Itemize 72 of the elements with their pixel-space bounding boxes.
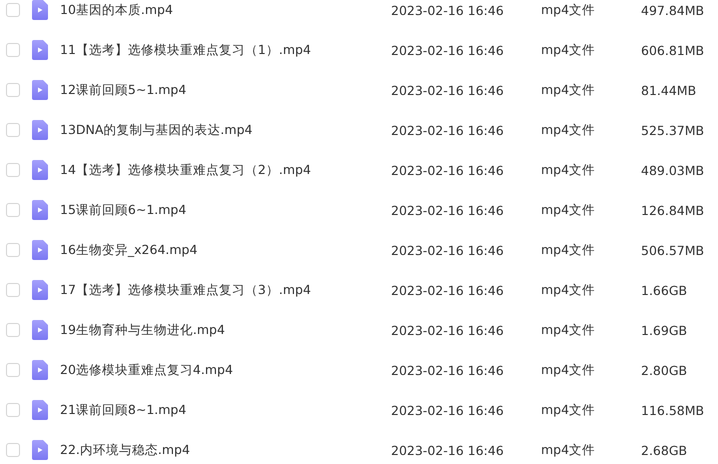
file-type: mp4文件 [541, 322, 596, 338]
file-type: mp4文件 [541, 442, 596, 458]
checkbox[interactable] [6, 283, 20, 297]
modified-date: 2023-02-16 16:46 [391, 442, 505, 458]
file-size: 2.80GB [641, 362, 688, 378]
modified-date: 2023-02-16 16:46 [391, 42, 505, 58]
modified-date: 2023-02-16 16:46 [391, 162, 505, 178]
file-size: 497.84MB [641, 2, 706, 18]
file-name[interactable]: 22.内环境与稳态.mp4 [60, 442, 391, 458]
video-file-icon [32, 80, 48, 100]
file-type: mp4文件 [541, 82, 596, 98]
file-type: mp4文件 [541, 202, 596, 218]
video-file-icon [32, 400, 48, 420]
video-file-icon [32, 320, 48, 340]
checkbox[interactable] [6, 443, 20, 457]
file-size: 81.44MB [641, 82, 698, 98]
checkbox[interactable] [6, 83, 20, 97]
file-size: 1.66GB [641, 282, 688, 298]
modified-date: 2023-02-16 16:46 [391, 2, 505, 18]
modified-date: 2023-02-16 16:46 [391, 122, 505, 138]
file-type: mp4文件 [541, 362, 596, 378]
video-file-icon [32, 40, 48, 60]
file-type: mp4文件 [541, 162, 596, 178]
file-name[interactable]: 15课前回顾6~1.mp4 [60, 202, 391, 218]
modified-date: 2023-02-16 16:46 [391, 82, 505, 98]
file-name[interactable]: 19生物育种与生物进化.mp4 [60, 322, 391, 338]
file-type: mp4文件 [541, 242, 596, 258]
checkbox[interactable] [6, 43, 20, 57]
video-file-icon [32, 120, 48, 140]
file-name[interactable]: 13DNA的复制与基因的表达.mp4 [60, 122, 391, 138]
modified-date: 2023-02-16 16:46 [391, 282, 505, 298]
video-file-icon [32, 0, 48, 20]
checkbox[interactable] [6, 3, 20, 17]
file-name[interactable]: 21课前回顾8~1.mp4 [60, 402, 391, 418]
file-name[interactable]: 11【选考】选修模块重难点复习（1）.mp4 [60, 42, 391, 58]
file-size: 489.03MB [641, 162, 706, 178]
checkbox[interactable] [6, 363, 20, 377]
file-name[interactable]: 20选修模块重难点复习4.mp4 [60, 362, 391, 378]
video-file-icon [32, 160, 48, 180]
checkbox[interactable] [6, 243, 20, 257]
modified-date: 2023-02-16 16:46 [391, 362, 505, 378]
file-size: 606.81MB [641, 42, 706, 58]
checkbox[interactable] [6, 123, 20, 137]
file-name[interactable]: 17【选考】选修模块重难点复习（3）.mp4 [60, 282, 391, 298]
video-file-icon [32, 280, 48, 300]
checkbox[interactable] [6, 163, 20, 177]
checkbox[interactable] [6, 323, 20, 337]
file-type: mp4文件 [541, 282, 596, 298]
file-type: mp4文件 [541, 2, 596, 18]
file-size: 1.69GB [641, 322, 688, 338]
file-size: 116.58MB [641, 402, 706, 418]
modified-date: 2023-02-16 16:46 [391, 242, 505, 258]
file-size: 525.37MB [641, 122, 706, 138]
checkbox[interactable] [6, 203, 20, 217]
video-file-icon [32, 200, 48, 220]
video-file-icon [32, 240, 48, 260]
file-size: 126.84MB [641, 202, 706, 218]
file-type: mp4文件 [541, 402, 596, 418]
video-file-icon [32, 440, 48, 460]
checkbox[interactable] [6, 403, 20, 417]
file-type: mp4文件 [541, 122, 596, 138]
file-name[interactable]: 10基因的本质.mp4 [60, 2, 391, 18]
modified-date: 2023-02-16 16:46 [391, 322, 505, 338]
file-name[interactable]: 16生物变异_x264.mp4 [60, 242, 391, 258]
modified-date: 2023-02-16 16:46 [391, 202, 505, 218]
file-name[interactable]: 12课前回顾5~1.mp4 [60, 82, 391, 98]
file-type: mp4文件 [541, 42, 596, 58]
file-size: 2.68GB [641, 442, 688, 458]
file-name[interactable]: 14【选考】选修模块重难点复习（2）.mp4 [60, 162, 391, 178]
modified-date: 2023-02-16 16:46 [391, 402, 505, 418]
file-size: 506.57MB [641, 242, 706, 258]
video-file-icon [32, 360, 48, 380]
